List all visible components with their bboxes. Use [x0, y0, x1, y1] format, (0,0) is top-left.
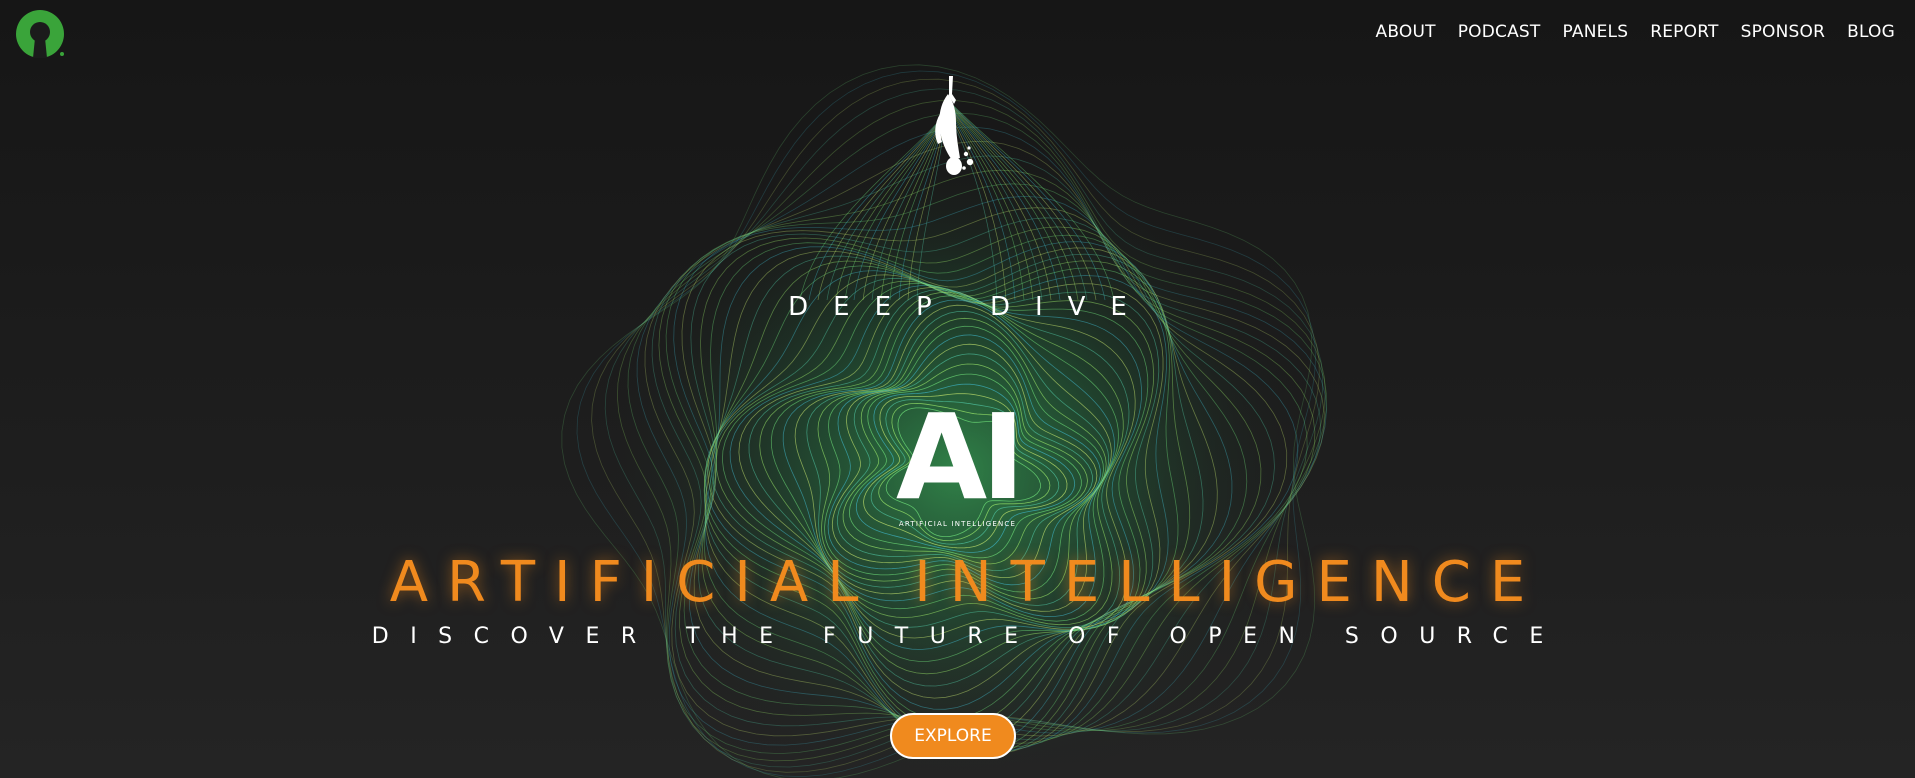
nav-sponsor[interactable]: SPONSOR: [1741, 22, 1826, 42]
main-nav: ABOUT PODCAST PANELS REPORT SPONSOR BLOG: [1353, 22, 1895, 42]
hero-kicker: DEEP DIVE: [788, 292, 1152, 322]
nav-podcast[interactable]: PODCAST: [1458, 22, 1541, 42]
open-source-logo-icon: [16, 10, 64, 58]
hero-tagline: DISCOVER THE FUTURE OF OPEN SOURCE: [371, 624, 1565, 649]
nav-panels[interactable]: PANELS: [1563, 22, 1629, 42]
nav-blog[interactable]: BLOG: [1847, 22, 1895, 42]
nav-report[interactable]: REPORT: [1650, 22, 1718, 42]
landing-page: ABOUT PODCAST PANELS REPORT SPONSOR BLOG…: [0, 0, 1915, 778]
hero-headline: ARTIFICIAL INTELLIGENCE: [389, 550, 1545, 615]
ai-wordmark-caption: ARTIFICIAL INTELLIGENCE: [898, 520, 1017, 528]
logo-link[interactable]: [14, 10, 66, 60]
scuba-diver-icon: [935, 76, 974, 175]
ai-wordmark: AI: [895, 388, 1025, 526]
explore-button[interactable]: EXPLORE: [890, 713, 1016, 759]
nav-about[interactable]: ABOUT: [1375, 22, 1435, 42]
